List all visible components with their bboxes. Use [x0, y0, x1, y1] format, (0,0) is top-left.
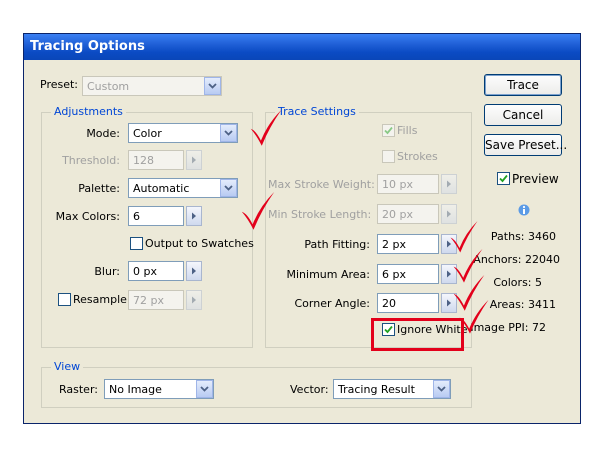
- chevron-down-icon[interactable]: [196, 380, 213, 398]
- dialog-title: Tracing Options: [30, 39, 145, 54]
- threshold-label: Threshold:: [62, 154, 120, 167]
- raster-select[interactable]: No Image: [104, 379, 214, 399]
- corner-angle-value: 20: [382, 297, 396, 310]
- chevron-down-icon[interactable]: [220, 124, 237, 142]
- resample-input[interactable]: 72 px: [128, 290, 184, 310]
- preset-select[interactable]: Custom: [82, 76, 222, 96]
- chevron-down-icon[interactable]: [204, 77, 221, 95]
- raster-value: No Image: [109, 383, 162, 396]
- min-stroke-length-value: 20 px: [382, 208, 413, 221]
- path-fitting-value: 2 px: [382, 238, 406, 251]
- threshold-stepper-icon[interactable]: [186, 150, 202, 170]
- output-to-swatches-label: Output to Swatches: [145, 237, 254, 250]
- mode-label: Mode:: [86, 127, 120, 140]
- raster-label: Raster:: [59, 383, 98, 396]
- corner-angle-label: Corner Angle:: [294, 297, 370, 310]
- output-to-swatches-checkbox[interactable]: [130, 237, 143, 250]
- resample-label: Resample:: [73, 293, 131, 306]
- title-bar: Tracing Options: [24, 34, 580, 60]
- view-title: View: [51, 360, 84, 373]
- path-fitting-label: Path Fitting:: [304, 238, 370, 251]
- blur-input[interactable]: 0 px: [128, 261, 184, 281]
- threshold-value: 128: [133, 154, 154, 167]
- path-fitting-input[interactable]: 2 px: [377, 234, 439, 254]
- fills-checkbox[interactable]: [382, 124, 395, 137]
- max-colors-input[interactable]: 6: [128, 206, 184, 226]
- max-colors-label: Max Colors:: [55, 210, 120, 223]
- corner-angle-input[interactable]: 20: [377, 293, 439, 313]
- palette-value: Automatic: [133, 182, 190, 195]
- vector-label: Vector:: [290, 383, 329, 396]
- max-stroke-weight-stepper-icon[interactable]: [441, 174, 457, 194]
- preset-label: Preset:: [40, 78, 79, 91]
- palette-select[interactable]: Automatic: [128, 178, 238, 198]
- annotation-check-max-colors-icon: [240, 189, 276, 231]
- preset-value: Custom: [87, 80, 130, 93]
- blur-value: 0 px: [133, 265, 157, 278]
- vector-value: Tracing Result: [338, 383, 415, 396]
- max-stroke-weight-value: 10 px: [382, 178, 413, 191]
- annotation-highlight-box: [371, 318, 464, 351]
- info-icon: [518, 204, 530, 216]
- strokes-checkbox[interactable]: [382, 150, 395, 163]
- chevron-down-icon[interactable]: [433, 380, 450, 398]
- preview-checkbox[interactable]: [497, 172, 510, 185]
- resample-stepper-icon[interactable]: [186, 290, 202, 310]
- adjustments-title: Adjustments: [51, 105, 126, 118]
- fills-label: Fills: [397, 124, 418, 137]
- resample-checkbox[interactable]: [58, 293, 71, 306]
- max-colors-stepper-icon[interactable]: [186, 206, 202, 226]
- resample-value: 72 px: [133, 294, 164, 307]
- chevron-down-icon[interactable]: [220, 179, 237, 197]
- max-stroke-weight-label: Max Stroke Weight:: [268, 178, 375, 191]
- minimum-area-input[interactable]: 6 px: [377, 264, 439, 284]
- palette-label: Palette:: [78, 182, 120, 195]
- mode-select[interactable]: Color: [128, 123, 238, 143]
- trace-button[interactable]: Trace: [484, 74, 562, 96]
- preview-label: Preview: [512, 172, 559, 186]
- min-stroke-length-label: Min Stroke Length:: [268, 208, 372, 221]
- tracing-options-dialog: Tracing Options Preset: Custom Adjustmen…: [23, 33, 581, 424]
- strokes-label: Strokes: [397, 150, 438, 163]
- blur-stepper-icon[interactable]: [186, 261, 202, 281]
- annotation-check-mode-icon: [249, 106, 283, 148]
- blur-label: Blur:: [94, 265, 120, 278]
- max-stroke-weight-input[interactable]: 10 px: [377, 174, 439, 194]
- cancel-button[interactable]: Cancel: [484, 104, 562, 126]
- vector-select[interactable]: Tracing Result: [333, 379, 451, 399]
- adjustments-group: [41, 112, 253, 348]
- threshold-input[interactable]: 128: [128, 150, 184, 170]
- max-colors-value: 6: [133, 210, 140, 223]
- minimum-area-label: Minimum Area:: [286, 268, 371, 281]
- trace-settings-title: Trace Settings: [275, 105, 359, 118]
- minimum-area-value: 6 px: [382, 268, 406, 281]
- min-stroke-length-input[interactable]: 20 px: [377, 204, 439, 224]
- save-preset-button[interactable]: Save Preset...: [484, 134, 567, 156]
- mode-value: Color: [133, 127, 162, 140]
